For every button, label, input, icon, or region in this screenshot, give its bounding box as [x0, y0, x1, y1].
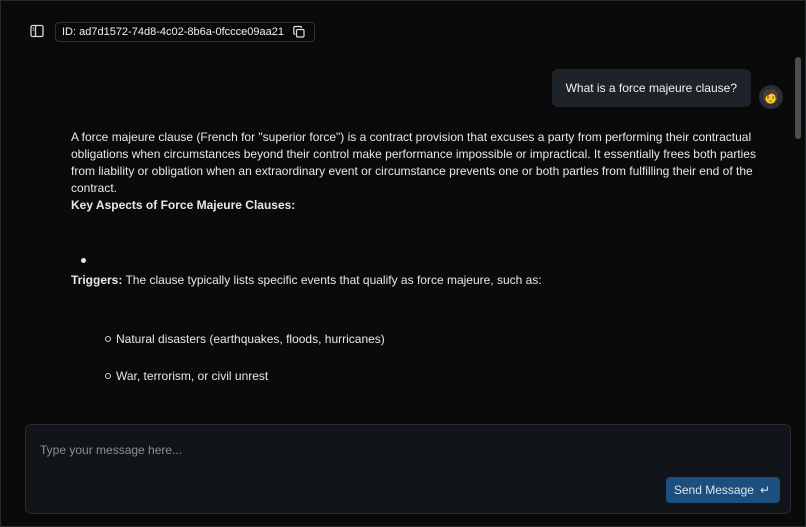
send-button-label: Send Message	[673, 483, 754, 497]
assistant-heading: Key Aspects of Force Majeure Clauses:	[71, 198, 296, 212]
app-window: ID: ad7d1572-74d8-4c02-8b6a-0fccce09aa21…	[0, 0, 806, 527]
bullet-icon	[81, 258, 86, 263]
triggers-text: The clause typically lists specific even…	[122, 273, 542, 287]
list-item: War, terrorism, or civil unrest	[105, 368, 777, 385]
user-message-text: What is a force majeure clause?	[565, 81, 737, 95]
hollow-bullet-icon	[105, 336, 111, 342]
sub-item-text: Natural disasters (earthquakes, floods, …	[116, 332, 385, 346]
sidebar-toggle-icon[interactable]	[29, 23, 45, 39]
sub-item-text: War, terrorism, or civil unrest	[116, 369, 269, 383]
chat-id-badge: ID: ad7d1572-74d8-4c02-8b6a-0fccce09aa21	[55, 22, 315, 42]
send-message-button[interactable]: Send Message ↵	[665, 477, 780, 503]
user-message-bubble: What is a force majeure clause?	[551, 69, 751, 107]
triggers-label: Triggers:	[71, 273, 123, 287]
user-avatar-icon: 🧑	[762, 89, 780, 104]
copy-icon[interactable]	[292, 25, 306, 39]
list-item	[71, 254, 777, 272]
chat-id-text: ID: ad7d1572-74d8-4c02-8b6a-0fccce09aa21	[62, 26, 284, 38]
triggers-paragraph: Triggers: The clause typically lists spe…	[71, 272, 777, 289]
enter-icon: ↵	[759, 483, 770, 497]
list-item: Natural disasters (earthquakes, floods, …	[105, 331, 777, 348]
assistant-message: A force majeure clause (French for "supe…	[71, 129, 777, 405]
assistant-intro-paragraph: A force majeure clause (French for "supe…	[71, 130, 756, 195]
top-bar: ID: ad7d1572-74d8-4c02-8b6a-0fccce09aa21	[1, 9, 805, 53]
hollow-bullet-icon	[105, 373, 111, 379]
chat-scrollbar[interactable]	[795, 57, 801, 139]
avatar: 🧑	[759, 85, 783, 109]
trigger-sub-list: Natural disasters (earthquakes, floods, …	[105, 331, 777, 385]
chat-area[interactable]: What is a force majeure clause? 🧑 A forc…	[1, 55, 797, 417]
message-composer: Send Message ↵	[25, 424, 791, 514]
message-input[interactable]	[38, 437, 782, 463]
